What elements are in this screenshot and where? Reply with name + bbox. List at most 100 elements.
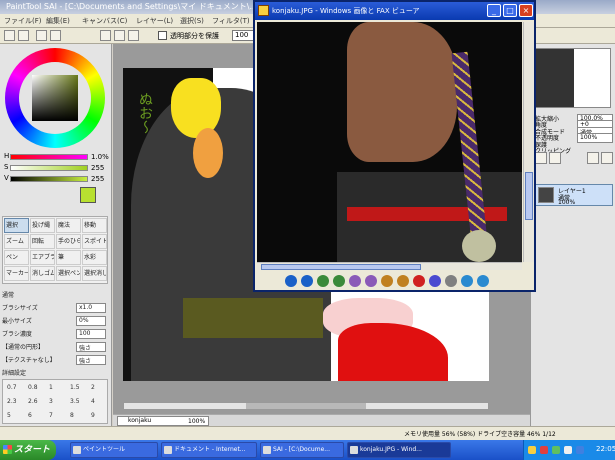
brush-size-option[interactable]: 4 [91, 398, 95, 405]
brush-size-option[interactable]: 0.8 [28, 384, 38, 391]
taskbar-button[interactable]: ドキュメント - Internet... [161, 442, 257, 458]
brush-property-row[interactable]: ブラシ濃度 100 [2, 329, 108, 340]
menu-canvas[interactable]: キャンバス(C) [82, 16, 127, 26]
next-image-icon[interactable] [301, 275, 313, 287]
tool-button[interactable]: 投げ縄 [30, 218, 55, 233]
viewer-hscroll-thumb[interactable] [261, 264, 421, 270]
zoom-in-icon[interactable] [114, 30, 125, 41]
detail-settings-label[interactable]: 詳細設定 [2, 368, 108, 379]
tool-button[interactable]: 選択ペン [56, 266, 81, 281]
tool-button[interactable]: 回転 [30, 234, 55, 249]
taskbar-button[interactable]: ペイントツール [70, 442, 158, 458]
layer-item[interactable]: レイヤー1 通常 100% [535, 184, 613, 206]
tool-button[interactable]: ズーム [4, 234, 29, 249]
brush-property-value[interactable]: x1.0 [76, 303, 106, 313]
brush-property-row[interactable]: 最小サイズ 0% [2, 316, 108, 327]
previous-image-icon[interactable] [285, 275, 297, 287]
canvas-scroll-thumb[interactable] [246, 403, 366, 409]
brush-size-option[interactable]: 2.6 [28, 398, 38, 405]
brush-property-value[interactable]: 強さ [76, 355, 106, 365]
start-button[interactable]: スタート [0, 440, 56, 460]
slideshow-icon[interactable] [349, 275, 361, 287]
tool-button[interactable]: スポイト [82, 234, 107, 249]
ime-icon[interactable] [528, 446, 536, 454]
brush-size-option[interactable]: 9 [91, 412, 95, 419]
value-slider[interactable]: V 255 [4, 174, 108, 184]
undo-icon[interactable] [4, 30, 15, 41]
viewer-close-button[interactable]: × [519, 4, 533, 17]
brush-property-value[interactable]: 0% [76, 316, 106, 326]
brush-size-option[interactable]: 3 [49, 398, 53, 405]
delete-layer-icon[interactable] [601, 152, 613, 164]
brush-property-row[interactable]: 【テクスチャなし】 強さ [2, 355, 108, 366]
brush-size-option[interactable]: 3.5 [70, 398, 80, 405]
best-fit-icon[interactable] [317, 275, 329, 287]
print-icon[interactable] [429, 275, 441, 287]
tool-button[interactable]: 水彩 [82, 250, 107, 265]
menu-layer[interactable]: レイヤー(L) [136, 16, 173, 26]
tool-button[interactable]: 移動 [82, 218, 107, 233]
canvas-horizontal-scrollbar[interactable] [123, 402, 489, 410]
menu-file[interactable]: ファイル(F) [4, 16, 42, 26]
thumbnail-icon[interactable] [365, 275, 377, 287]
zoom-out-icon[interactable] [397, 275, 409, 287]
network-icon[interactable] [552, 446, 560, 454]
brush-size-option[interactable]: 2 [91, 384, 95, 391]
saturation-slider[interactable]: S 255 [4, 163, 108, 173]
brush-size-option[interactable]: 1 [49, 384, 53, 391]
brush-property-row[interactable]: 通常 [2, 290, 108, 301]
viewer-minimize-button[interactable]: _ [487, 4, 501, 17]
protect-transparency-checkbox[interactable] [158, 31, 167, 40]
tool-button[interactable]: 消しゴム [30, 266, 55, 281]
saturation-slider-bar[interactable] [10, 165, 88, 171]
tool-button[interactable]: エアブラシ [30, 250, 55, 265]
saturation-value-square[interactable] [32, 75, 78, 121]
security-icon[interactable] [540, 446, 548, 454]
rotate-cw-icon[interactable] [461, 275, 473, 287]
rotate-icon[interactable] [128, 30, 139, 41]
copy-icon[interactable] [445, 275, 457, 287]
viewer-vscroll-thumb[interactable] [525, 172, 533, 220]
update-icon[interactable] [576, 446, 584, 454]
volume-icon[interactable] [564, 446, 572, 454]
brush-size-option[interactable]: 1.5 [70, 384, 80, 391]
tool-button[interactable]: 魔法 [56, 218, 81, 233]
brush-size-option[interactable]: 6 [28, 412, 32, 419]
menu-edit[interactable]: 編集(E) [46, 16, 70, 26]
rotate-ccw-icon[interactable] [477, 275, 489, 287]
brush-size-option[interactable]: 7 [49, 412, 53, 419]
tool-button[interactable]: マーカー [4, 266, 29, 281]
brush-property-row[interactable]: ブラシサイズ x1.0 [2, 303, 108, 314]
zoom-in-icon[interactable] [381, 275, 393, 287]
brush-property-value[interactable]: 強さ [76, 342, 106, 352]
viewer-title-bar[interactable]: konjaku.JPG - Windows 画像と FAX ビューア _ □ × [255, 2, 534, 20]
viewer-photo[interactable] [257, 22, 522, 262]
hue-slider[interactable]: H 1.0% [4, 152, 109, 162]
tool-button[interactable]: 選択消し [82, 266, 107, 281]
delete-icon[interactable] [413, 275, 425, 287]
image-viewer-window[interactable]: konjaku.JPG - Windows 画像と FAX ビューア _ □ × [253, 0, 536, 292]
brush-size-option[interactable]: 8 [70, 412, 74, 419]
brush-property-value[interactable]: 100 [76, 329, 106, 339]
current-color-swatch[interactable] [80, 187, 96, 203]
brush-size-option[interactable]: 2.3 [7, 398, 17, 405]
deselect-icon[interactable] [36, 30, 47, 41]
tool-button[interactable]: ペン [4, 250, 29, 265]
tool-button[interactable]: 手のひら [56, 234, 81, 249]
actual-size-icon[interactable] [333, 275, 345, 287]
brush-size-option[interactable]: 5 [7, 412, 11, 419]
new-layer-icon[interactable] [535, 152, 547, 164]
viewer-horizontal-scrollbar[interactable] [257, 262, 522, 270]
hue-slider-bar[interactable] [10, 154, 88, 160]
canvas-tab[interactable]: konjaku 100% [117, 416, 209, 426]
value-slider-bar[interactable] [10, 176, 88, 182]
menu-select[interactable]: 選択(S) [180, 16, 204, 26]
viewer-maximize-button[interactable]: □ [503, 4, 517, 17]
taskbar-button[interactable]: konjaku.JPG - Wind... [347, 442, 451, 458]
tool-button[interactable]: 筆 [56, 250, 81, 265]
tool-button[interactable]: 選択 [4, 218, 29, 233]
new-folder-icon[interactable] [549, 152, 561, 164]
taskbar-button[interactable]: SAI - [C:\Docume... [260, 442, 344, 458]
zoom-out-icon[interactable] [100, 30, 111, 41]
redo-icon[interactable] [18, 30, 29, 41]
